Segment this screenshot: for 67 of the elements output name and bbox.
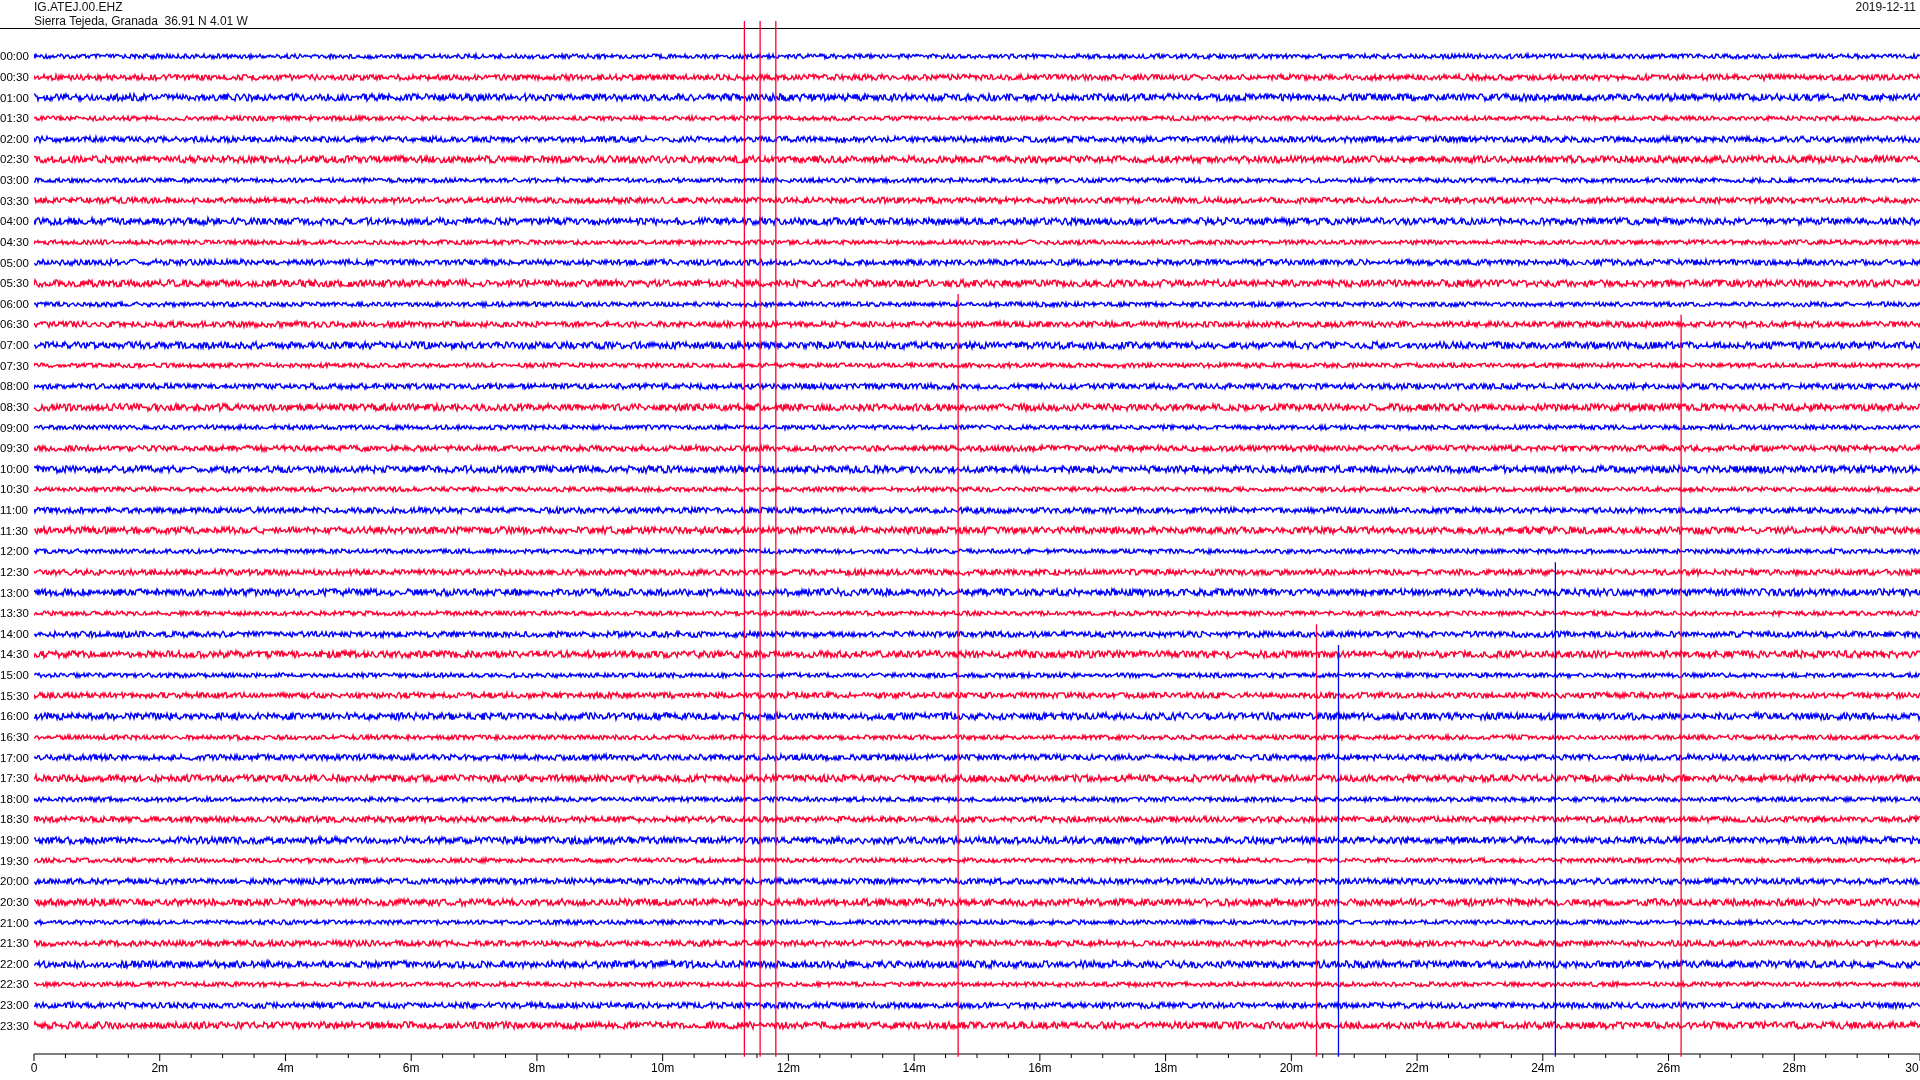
date-label: 2019-12-11 <box>1855 0 1916 16</box>
axis-label: 6m <box>402 1061 420 1075</box>
time-label: 22:00 <box>0 957 30 970</box>
time-label: 03:30 <box>0 194 30 207</box>
time-label: 17:30 <box>0 772 30 785</box>
time-label: 19:30 <box>0 854 30 867</box>
time-label: 15:30 <box>0 689 30 702</box>
axis-label: 16m <box>1028 1061 1052 1075</box>
time-label: 12:00 <box>0 545 30 558</box>
time-label: 00:30 <box>0 70 30 83</box>
time-label: 02:00 <box>0 132 30 145</box>
time-label: 09:00 <box>0 421 30 434</box>
station-code: IG.ATEJ.00.EHZ <box>34 0 124 14</box>
time-label: 06:00 <box>0 297 30 310</box>
time-label: 23:00 <box>0 999 30 1012</box>
axis-label: 26m <box>1656 1061 1681 1075</box>
time-label: 02:30 <box>0 153 30 166</box>
axis-label: 10m <box>651 1061 675 1075</box>
time-label: 22:30 <box>0 978 30 991</box>
time-label: 09:30 <box>0 442 30 455</box>
axis-label: 20m <box>1279 1061 1303 1075</box>
time-label: 05:30 <box>0 277 30 290</box>
axis-label: 22m <box>1405 1061 1429 1075</box>
time-label: 17:00 <box>0 751 30 764</box>
time-label: 04:00 <box>0 215 30 228</box>
time-label: 04:30 <box>0 235 30 248</box>
time-label: 11:30 <box>0 524 29 537</box>
time-label: 18:00 <box>0 792 30 805</box>
axis-label: 18m <box>1153 1061 1178 1075</box>
time-label: 11:00 <box>0 504 29 517</box>
time-label: 21:00 <box>0 916 30 929</box>
time-label: 23:30 <box>0 1019 30 1032</box>
time-label: 21:30 <box>0 937 30 950</box>
axis-label: 2m <box>151 1061 169 1075</box>
axis-label: 4m <box>277 1061 294 1075</box>
time-label: 10:00 <box>0 462 30 475</box>
axis-label: 12m <box>776 1061 801 1075</box>
axis-label: 8m <box>528 1061 546 1075</box>
time-label: 20:00 <box>0 875 30 888</box>
time-label: 01:30 <box>0 112 30 125</box>
time-label: 10:30 <box>0 483 30 496</box>
time-label: 12:30 <box>0 565 30 578</box>
time-label: 16:30 <box>0 730 30 743</box>
axis-label: 28m <box>1782 1061 1806 1075</box>
time-label: 18:30 <box>0 813 30 826</box>
axis-label: 14m <box>902 1061 926 1075</box>
time-label: 20:30 <box>0 895 30 908</box>
time-label: 13:30 <box>0 607 30 620</box>
time-label: 08:00 <box>0 380 30 393</box>
axis-label: 24m <box>1531 1061 1555 1075</box>
axis-label: 30 <box>1905 1061 1919 1075</box>
time-label: 15:00 <box>0 669 30 682</box>
time-label: 03:00 <box>0 174 30 187</box>
time-label: 08:30 <box>0 400 30 413</box>
time-label: 00:00 <box>0 50 30 63</box>
time-label: 01:00 <box>0 91 30 104</box>
time-label: 19:00 <box>0 834 30 847</box>
station-location: Sierra Tejeda, Granada 36.91 N 4.01 W <box>34 14 248 28</box>
time-label: 07:30 <box>0 359 30 372</box>
axis-label: 0 <box>30 1061 38 1075</box>
time-label: 14:00 <box>0 627 30 640</box>
time-label: 16:00 <box>0 710 30 723</box>
time-label: 05:00 <box>0 256 30 269</box>
time-label: 13:00 <box>0 586 30 599</box>
time-label: 06:30 <box>0 318 30 331</box>
time-label: 07:00 <box>0 339 30 352</box>
time-label: 14:30 <box>0 648 30 661</box>
